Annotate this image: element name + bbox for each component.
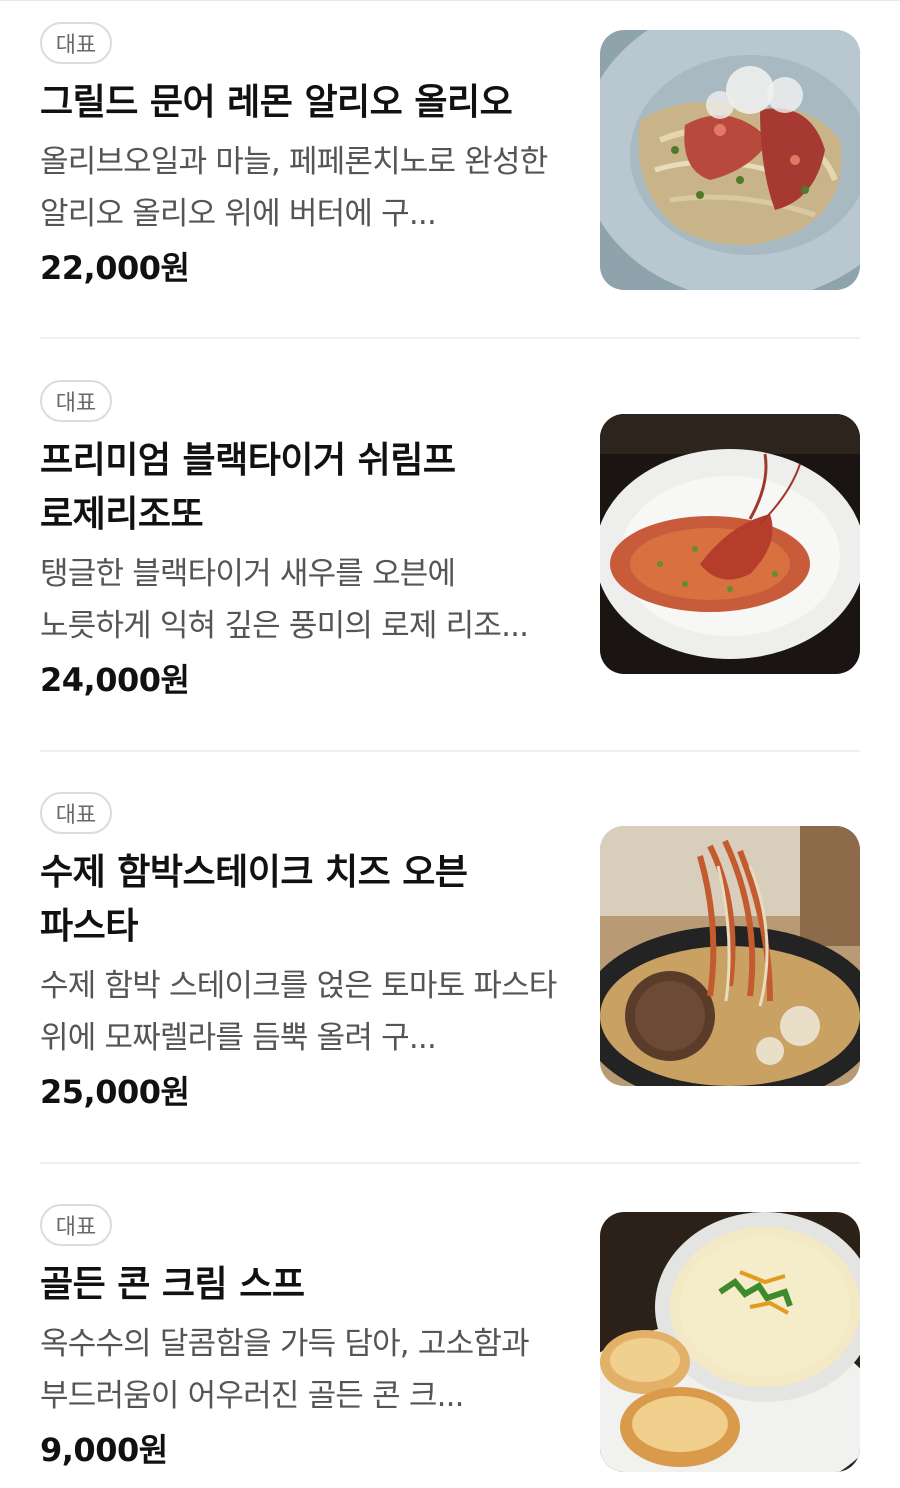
menu-item-description: 수제 함박 스테이크를 얹은 토마토 파스타 위에 모짜렐라를 듬뿍 올려 구.…: [40, 968, 557, 1056]
menu-item-description: 탱글한 블랙타이거 새우를 오븐에 노릇하게 익혀 깊은 풍미의 로제 리조..…: [40, 556, 529, 644]
menu-item-text: 프리미엄 블랙타이거 쉬림프 로제리조또 탱글한 블랙타이거 새우를 오븐에 노…: [40, 434, 570, 700]
menu-item-name: 프리미엄 블랙타이거 쉬림프 로제리조또: [40, 440, 456, 535]
octopus-pasta-photo[interactable]: [600, 30, 860, 290]
menu-item-text: 그릴드 문어 레몬 알리오 올리오 올리브오일과 마늘, 페페론치노로 완성한 …: [40, 76, 570, 288]
menu-item-description: 옥수수의 달콤함을 가득 담아, 고소함과 부드러움이 어우러진 골든 콘 크.…: [40, 1326, 530, 1414]
menu-item-text: 골든 콘 크림 스프 옥수수의 달콤함을 가득 담아, 고소함과 부드러움이 어…: [40, 1258, 570, 1470]
menu-item-text: 수제 함박스테이크 치즈 오븐 파스타 수제 함박 스테이크를 얹은 토마토 파…: [40, 846, 570, 1112]
menu-item-name: 골든 콘 크림 스프: [40, 1264, 305, 1305]
menu-item-price: 24,000원: [40, 661, 190, 699]
corn-soup-photo[interactable]: [600, 1212, 860, 1472]
shrimp-risotto-photo[interactable]: [600, 414, 860, 674]
menu-item-name: 수제 함박스테이크 치즈 오븐 파스타: [40, 852, 468, 947]
menu-item-name: 그릴드 문어 레몬 알리오 올리오: [40, 82, 513, 123]
menu-item-description: 올리브오일과 마늘, 페페론치노로 완성한 알리오 올리오 위에 버터에 구..…: [40, 144, 548, 232]
signature-badge: 대표: [40, 792, 112, 834]
signature-badge: 대표: [40, 22, 112, 64]
top-edge-line: [0, 0, 900, 1]
signature-badge: 대표: [40, 380, 112, 422]
menu-item-price: 22,000원: [40, 249, 190, 287]
item-divider: [40, 337, 860, 339]
menu-item-price: 9,000원: [40, 1431, 168, 1469]
signature-badge: 대표: [40, 1204, 112, 1246]
menu-item-price: 25,000원: [40, 1073, 190, 1111]
hamburg-steak-pasta-photo[interactable]: [600, 826, 860, 1086]
item-divider: [40, 1162, 860, 1164]
item-divider: [40, 750, 860, 752]
